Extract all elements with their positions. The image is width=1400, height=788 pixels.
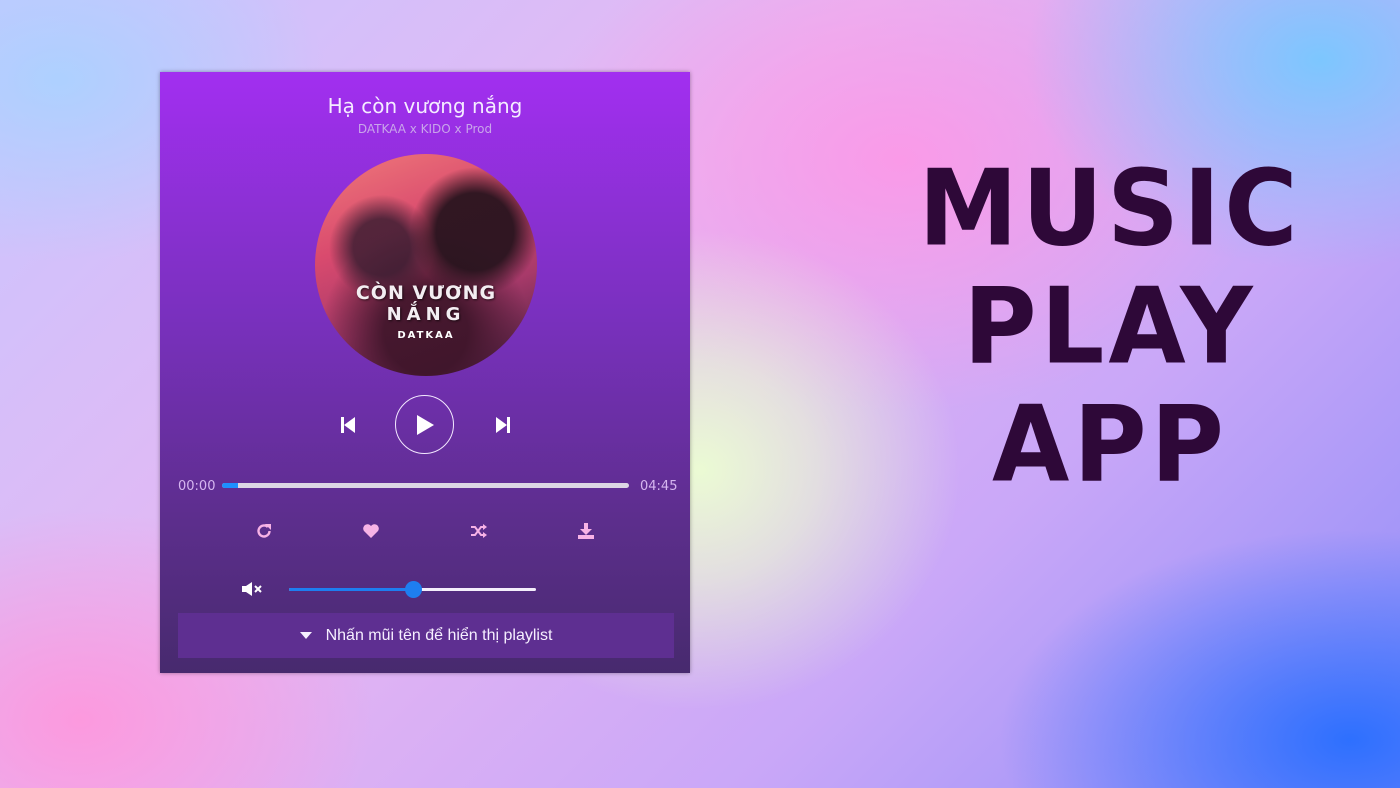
repeat-button[interactable] [252,519,276,543]
playlist-toggle-label: Nhấn mũi tên để hiển thị playlist [325,626,553,644]
cover-artist: DATKAA [397,330,455,341]
like-button[interactable] [359,519,383,543]
headline-line2: PLAY [963,265,1257,388]
shuffle-button[interactable] [467,519,491,543]
volume-knob[interactable] [404,581,422,598]
duration: 04:45 [640,479,678,494]
skip-previous-icon [341,417,355,433]
mute-button[interactable] [240,578,264,600]
music-player: Hạ còn vương nắng DATKAA x KIDO x Prod C… [160,72,690,673]
skip-next-icon [496,417,510,433]
caret-down-icon [299,632,312,639]
play-icon [416,414,434,435]
volume-slider[interactable] [289,581,536,598]
current-time: 00:00 [178,479,216,494]
shuffle-icon [471,524,487,538]
previous-button[interactable] [336,413,360,437]
album-cover: CÒN VƯƠNG NẮNG DATKAA [315,154,537,376]
headline-line3: APP [992,383,1228,506]
progress-fill [222,483,239,488]
headline: MUSIC PLAY APP [900,147,1320,506]
progress-bar[interactable] [222,483,629,488]
next-button[interactable] [491,413,515,437]
mute-icon [242,582,262,596]
heart-icon [363,524,379,538]
play-button[interactable] [395,395,454,454]
song-artist: DATKAA x KIDO x Prod [357,122,493,136]
headline-line1: MUSIC [918,147,1302,270]
download-button[interactable] [574,519,598,543]
repeat-icon [257,524,271,538]
cover-title-line2: NẮNG [386,304,466,325]
song-title: Hạ còn vương nắng [327,94,523,118]
playlist-toggle[interactable]: Nhấn mũi tên để hiển thị playlist [178,613,674,658]
download-icon [578,523,594,539]
cover-title-line1: CÒN VƯƠNG [355,282,497,304]
volume-fill [289,588,413,591]
